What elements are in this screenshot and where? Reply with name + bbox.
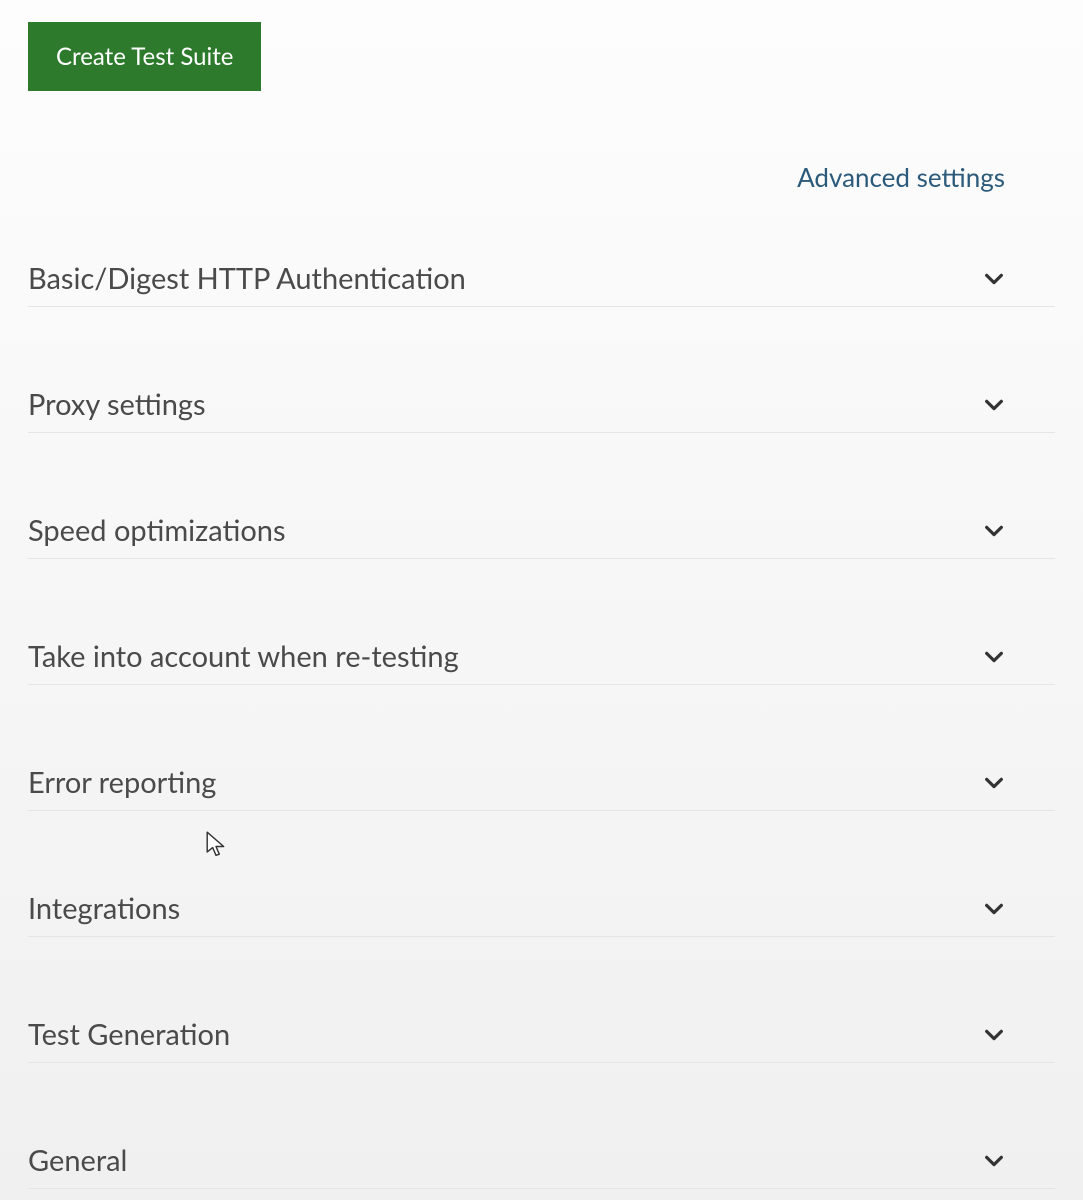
section-label: General: [28, 1143, 127, 1178]
advanced-settings-link[interactable]: Advanced settings: [797, 161, 1005, 193]
section-label: Speed optimizations: [28, 513, 286, 548]
chevron-down-icon: [983, 268, 1005, 290]
create-test-suite-button[interactable]: Create Test Suite: [28, 22, 261, 91]
section-label: Proxy settings: [28, 387, 206, 422]
chevron-down-icon: [983, 772, 1005, 794]
chevron-down-icon: [983, 1024, 1005, 1046]
chevron-down-icon: [983, 646, 1005, 668]
chevron-down-icon: [983, 898, 1005, 920]
section-label: Basic/Digest HTTP Authentication: [28, 261, 466, 296]
section-basic-digest-http-authentication[interactable]: Basic/Digest HTTP Authentication: [28, 261, 1055, 307]
section-label: Integrations: [28, 891, 180, 926]
section-integrations[interactable]: Integrations: [28, 891, 1055, 937]
chevron-down-icon: [983, 394, 1005, 416]
chevron-down-icon: [983, 520, 1005, 542]
section-general[interactable]: General: [28, 1143, 1055, 1189]
section-proxy-settings[interactable]: Proxy settings: [28, 387, 1055, 433]
section-label: Error reporting: [28, 765, 216, 800]
section-test-generation[interactable]: Test Generation: [28, 1017, 1055, 1063]
section-re-testing[interactable]: Take into account when re-testing: [28, 639, 1055, 685]
section-speed-optimizations[interactable]: Speed optimizations: [28, 513, 1055, 559]
section-error-reporting[interactable]: Error reporting: [28, 765, 1055, 811]
section-label: Take into account when re-testing: [28, 639, 459, 674]
chevron-down-icon: [983, 1150, 1005, 1172]
section-label: Test Generation: [28, 1017, 230, 1052]
